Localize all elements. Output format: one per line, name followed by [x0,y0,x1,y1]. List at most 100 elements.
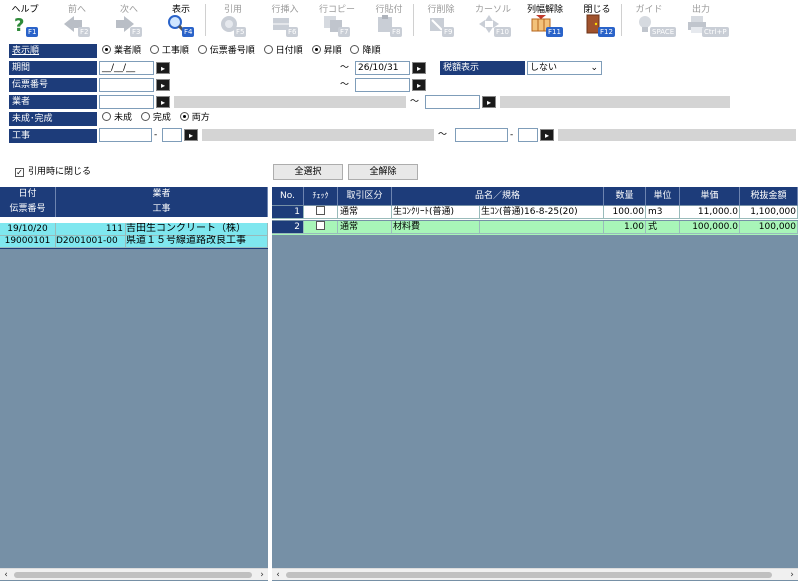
vendor-to-lookup-button[interactable]: ▸ [482,96,496,108]
order-date-radio[interactable]: 日付順 [263,44,303,58]
toolbar: ヘルプ ? F1 前へ F2 次へ F3 表示 F4 引用 F5 行挿入 F6 … [0,0,798,40]
work-to-branch-input[interactable] [518,128,538,142]
vendor-from-name-display [174,96,406,108]
period-label: 期間 [9,61,97,75]
tax-display-select[interactable]: しない ⌄ [527,61,602,75]
prev-button[interactable]: 前へ F2 [52,0,102,40]
sort-desc-radio[interactable]: 降順 [350,44,380,58]
slip-list-grid: 日付 業者 伝票番号 工事 19/10/20 111 吉田生コンクリート（株） … [0,187,268,581]
vendor-tilde: ～ [410,97,420,107]
row-paste-button[interactable]: 行貼付 F8 [364,0,414,40]
row-delete-button[interactable]: 行削除 F9 [416,0,466,40]
guide-button[interactable]: ガイド SPACE [624,0,677,40]
chevron-down-icon: ⌄ [590,63,598,73]
select-all-button[interactable]: 全選択 [273,164,343,180]
scrollbar-thumb[interactable] [286,572,772,578]
period-from-input[interactable]: __/__/__ [99,61,154,75]
order-vendor-radio[interactable]: 業者順 [102,44,141,58]
scrollbar-thumb[interactable] [14,572,252,578]
tax-display-label: 税額表示 [440,61,525,75]
left-horizontal-scrollbar[interactable]: ‹ › [0,568,268,580]
status-both-radio[interactable]: 両方 [179,111,210,125]
next-button[interactable]: 次へ F3 [104,0,154,40]
item-detail-grid: No. ﾁｪｯｸ 取引区分 品名／規格 数量 単位 単価 税抜金額 1 通常 生… [272,187,798,581]
row-item-spec [480,221,604,234]
order-label: 表示順 [9,44,97,58]
work-from-name-display [202,129,434,141]
slip-from-input[interactable] [99,78,154,92]
vendor-from-input[interactable] [99,95,154,109]
row-slip-number: 19000101 [0,235,56,248]
col-header-price[interactable]: 単価 [680,187,740,205]
status-label: 未成･完成 [9,112,97,126]
column-width-reset-button[interactable]: 列幅解除 F11 [520,0,570,40]
scroll-right-icon[interactable]: › [786,569,798,581]
period-tilde: ～ [340,63,350,73]
work-from-input[interactable] [99,128,152,142]
row-number: 2 [272,221,304,234]
scroll-right-icon[interactable]: › [256,569,268,581]
cursor-button[interactable]: カーソル F10 [468,0,518,40]
vendor-to-input[interactable] [425,95,480,109]
work-from-dash: - [154,130,158,140]
period-to-lookup-button[interactable]: ▸ [412,62,426,74]
slip-to-lookup-button[interactable]: ▸ [412,79,426,91]
period-to-input[interactable]: 26/10/31 [355,61,410,75]
col-header-item-name[interactable]: 品名／規格 [392,187,604,205]
work-to-input[interactable] [455,128,508,142]
close-button[interactable]: 閉じる F12 [572,0,622,40]
right-horizontal-scrollbar[interactable]: ‹ › [272,568,798,580]
status-incomplete-radio[interactable]: 未成 [102,111,132,125]
toolbar-separator [621,4,622,36]
work-label: 工事 [9,129,97,143]
work-from-lookup-button[interactable]: ▸ [184,129,198,141]
table-row[interactable]: 19/10/20 111 吉田生コンクリート（株） 19000101 D2001… [0,223,268,249]
period-from-lookup-button[interactable]: ▸ [156,62,170,74]
deselect-all-button[interactable]: 全解除 [348,164,418,180]
slip-to-input[interactable] [355,78,410,92]
col-header-vendor[interactable]: 業者 [56,187,268,201]
col-header-date[interactable]: 日付 [0,187,56,201]
order-work-radio[interactable]: 工事順 [149,44,189,58]
col-header-amount[interactable]: 税抜金額 [740,187,798,205]
order-radio-group: 業者順 工事順 伝票番号順 日付順 昇順 降順 [102,44,386,58]
row-qty: 100.00 [604,206,646,219]
row-copy-button[interactable]: 行コピー F7 [312,0,362,40]
row-qty: 1.00 [604,221,646,234]
col-header-check[interactable]: ﾁｪｯｸ [304,187,338,205]
status-complete-radio[interactable]: 完成 [140,111,171,125]
order-slip-radio[interactable]: 伝票番号順 [197,44,255,58]
col-header-work[interactable]: 工事 [56,201,268,217]
slip-from-lookup-button[interactable]: ▸ [156,79,170,91]
work-to-lookup-button[interactable]: ▸ [540,129,554,141]
vendor-from-lookup-button[interactable]: ▸ [156,96,170,108]
col-header-slip[interactable]: 伝票番号 [0,201,56,217]
output-button[interactable]: 出力 Ctrl+P [676,0,729,40]
row-work-code: D2001001-00 [56,235,126,248]
table-row[interactable]: 1 通常 生ｺﾝｸﾘｰﾄ(普通) 生ｺﾝ(普通)16-8-25(20) 100.… [272,206,798,220]
row-item-name: 材料費 [392,221,480,234]
work-to-dash: - [510,130,514,140]
scroll-left-icon[interactable]: ‹ [0,569,12,581]
cite-button[interactable]: 引用 F5 [208,0,258,40]
row-amount: 1,100,000 [740,206,798,219]
row-checkbox[interactable] [304,206,338,219]
row-work-name: 県道１５号線道路改良工事 [126,235,268,248]
col-header-no[interactable]: No. [272,187,304,205]
svg-text:?: ? [14,15,24,34]
row-insert-button[interactable]: 行挿入 F6 [260,0,310,40]
work-from-branch-input[interactable] [162,128,182,142]
close-on-cite-checkbox[interactable]: ✓ 引用時に閉じる [15,165,91,179]
col-header-unit[interactable]: 単位 [646,187,680,205]
scroll-left-icon[interactable]: ‹ [272,569,284,581]
row-item-spec: 生ｺﾝ(普通)16-8-25(20) [480,206,604,219]
col-header-kind[interactable]: 取引区分 [338,187,392,205]
help-button[interactable]: ヘルプ ? F1 [0,0,50,40]
row-kind: 通常 [338,206,392,219]
row-checkbox[interactable] [304,221,338,234]
row-number: 1 [272,206,304,219]
sort-asc-radio[interactable]: 昇順 [311,44,342,58]
show-button[interactable]: 表示 F4 [156,0,206,40]
table-row[interactable]: 2 通常 材料費 1.00 式 100,000.0 100,000 [272,221,798,235]
col-header-qty[interactable]: 数量 [604,187,646,205]
